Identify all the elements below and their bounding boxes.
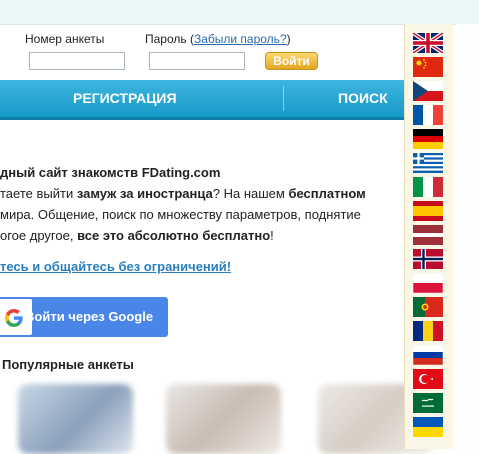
poland-flag[interactable]: [413, 273, 443, 293]
nav-register[interactable]: РЕГИСТРАЦИЯ: [73, 80, 177, 117]
intro-text: дный сайт знакомств FDating.com таете вы…: [0, 165, 366, 243]
romania-flag[interactable]: [413, 321, 443, 341]
google-login-label: Войти через Google: [25, 309, 154, 324]
france-flag[interactable]: [413, 105, 443, 125]
nav-divider: [283, 86, 284, 111]
register-cta-link[interactable]: тесь и общайтесь без ограничений!: [0, 259, 231, 274]
norway-flag[interactable]: [413, 249, 443, 269]
popular-profiles-title: Популярные анкеты: [2, 357, 134, 372]
password-label: Пароль (Забыли пароль?): [145, 32, 291, 46]
russia-flag[interactable]: [413, 345, 443, 365]
profile-thumbnail[interactable]: [166, 384, 281, 454]
number-label: Номер анкеты: [25, 32, 105, 46]
spain-flag[interactable]: [413, 201, 443, 221]
intro-headline: дный сайт знакомств FDating.com: [0, 165, 221, 180]
germany-flag[interactable]: [413, 129, 443, 149]
greece-flag[interactable]: [413, 153, 443, 173]
forgot-password-link[interactable]: Забыли пароль?: [194, 32, 287, 46]
login-button[interactable]: Войти: [265, 52, 318, 70]
china-flag[interactable]: [413, 57, 443, 77]
saudi-arabia-flag[interactable]: [413, 393, 443, 413]
italy-flag[interactable]: [413, 177, 443, 197]
latvia-flag[interactable]: [413, 225, 443, 245]
page-scrollbar[interactable]: [456, 24, 479, 449]
turkey-flag[interactable]: [413, 369, 443, 389]
number-input[interactable]: [29, 52, 125, 70]
top-strip: [0, 0, 479, 25]
main-nav: РЕГИСТРАЦИЯ ПОИСК: [0, 80, 452, 120]
profile-thumbnail[interactable]: [18, 384, 133, 454]
password-input[interactable]: [149, 52, 245, 70]
uk-flag[interactable]: [413, 33, 443, 53]
language-flag-bar: [404, 24, 453, 449]
ukraine-flag[interactable]: [413, 417, 443, 437]
google-login-button[interactable]: Войти через Google: [0, 297, 168, 337]
portugal-flag[interactable]: [413, 297, 443, 317]
czech-flag[interactable]: [413, 81, 443, 101]
nav-search[interactable]: ПОИСК: [338, 80, 388, 117]
